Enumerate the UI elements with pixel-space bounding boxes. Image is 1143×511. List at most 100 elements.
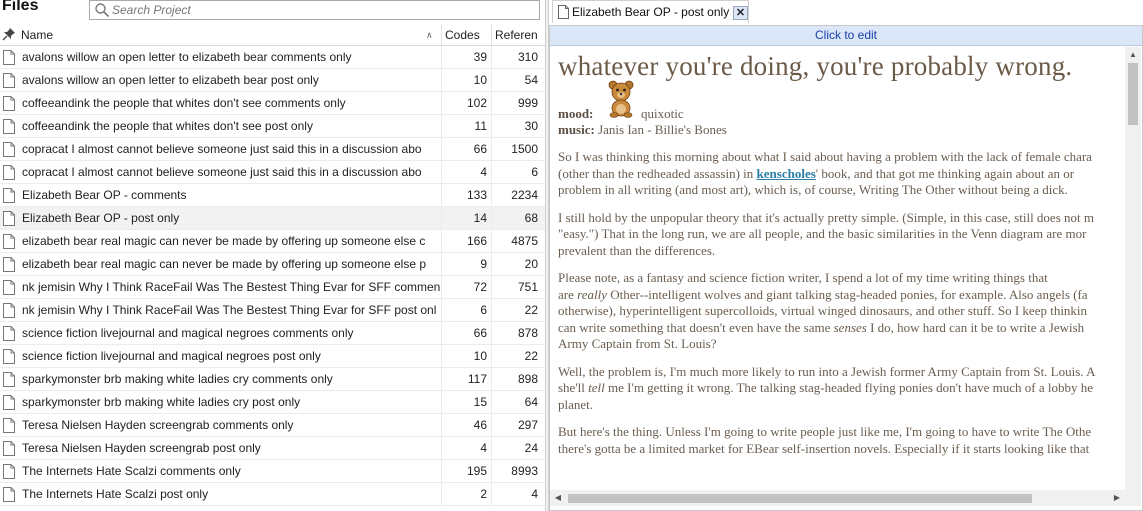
files-title: Files bbox=[2, 0, 39, 14]
paragraph-line: "easy.") That in the long run, we are al… bbox=[558, 226, 1087, 241]
file-codes-count: 46 bbox=[441, 414, 491, 437]
file-row[interactable]: science fiction livejournal and magical … bbox=[0, 322, 545, 345]
file-name: avalons willow an open letter to elizabe… bbox=[22, 50, 352, 64]
scroll-left-icon[interactable]: ◀ bbox=[550, 490, 566, 506]
document-tab[interactable]: Elizabeth Bear OP - post only ✕ bbox=[552, 0, 749, 23]
file-name: coffeeandink the people that whites don'… bbox=[22, 96, 346, 110]
file-row[interactable]: Elizabeth Bear OP - post only 14 68 bbox=[0, 207, 545, 230]
file-row[interactable]: avalons willow an open letter to elizabe… bbox=[0, 46, 545, 69]
document-icon bbox=[3, 372, 15, 387]
vertical-scroll-thumb[interactable] bbox=[1128, 63, 1138, 125]
file-references-count: 4875 bbox=[491, 230, 540, 253]
file-references-count: 6 bbox=[491, 161, 540, 184]
text-span: she'll bbox=[558, 380, 589, 395]
file-references-count: 24 bbox=[491, 437, 540, 460]
document-panel: Elizabeth Bear OP - post only ✕ Click to… bbox=[549, 0, 1143, 511]
file-row[interactable]: avalons willow an open letter to elizabe… bbox=[0, 69, 545, 92]
file-codes-count: 39 bbox=[441, 46, 491, 69]
document-icon bbox=[3, 418, 15, 433]
text-span: (other than the redheaded assassin) in bbox=[558, 165, 757, 181]
file-row[interactable]: copracat I almost cannot believe someone… bbox=[0, 138, 545, 161]
horizontal-scroll-thumb[interactable] bbox=[568, 494, 1032, 503]
paragraph-line: problem in all writing (and most art), w… bbox=[558, 182, 1068, 197]
file-name: coffeeandink the people that whites don'… bbox=[22, 119, 313, 133]
file-codes-count: 10 bbox=[441, 69, 491, 92]
file-row[interactable]: Teresa Nielsen Hayden screengrab post on… bbox=[0, 437, 545, 460]
file-codes-count: 15 bbox=[441, 391, 491, 414]
file-name: copracat I almost cannot believe someone… bbox=[22, 165, 422, 179]
tab-bar: Elizabeth Bear OP - post only ✕ bbox=[549, 0, 1143, 24]
document-content: whatever you're doing, you're probably w… bbox=[558, 48, 1126, 488]
search-box[interactable] bbox=[89, 0, 540, 20]
vertical-scrollbar[interactable]: ▲ ▼ bbox=[1125, 47, 1141, 502]
file-name: copracat I almost cannot believe someone… bbox=[22, 142, 422, 156]
document-icon bbox=[3, 395, 15, 410]
document-icon bbox=[3, 441, 15, 456]
file-codes-count: 9 bbox=[441, 253, 491, 276]
file-codes-count: 14 bbox=[441, 207, 491, 230]
paragraph-line: Army Captain from St. Louis? bbox=[558, 336, 717, 351]
horizontal-scrollbar[interactable]: ◀ ▶ bbox=[550, 490, 1125, 506]
file-name: science fiction livejournal and magical … bbox=[22, 349, 321, 363]
file-row[interactable]: nk jemisin Why I Think RaceFail Was The … bbox=[0, 299, 545, 322]
paragraph-line: are really Other--intelligent wolves and… bbox=[558, 287, 1126, 304]
file-references-count: 999 bbox=[491, 92, 540, 115]
paragraph-line: otherwise), hyperintelligent supercolloi… bbox=[558, 303, 1088, 318]
file-references-count: 4 bbox=[491, 483, 540, 506]
file-row[interactable]: The Internets Hate Scalzi comments only 1… bbox=[0, 460, 545, 483]
references-column-header[interactable]: Referen bbox=[491, 24, 545, 46]
paragraph-line: prevalent than the differences. bbox=[558, 242, 716, 258]
scroll-up-icon[interactable]: ▲ bbox=[1125, 47, 1141, 63]
file-row[interactable]: sparkymonster brb making white ladies cr… bbox=[0, 391, 545, 414]
file-references-count: 20 bbox=[491, 253, 540, 276]
mood-bear-icon bbox=[608, 80, 634, 118]
document-icon bbox=[3, 303, 15, 318]
document-icon bbox=[3, 73, 15, 88]
pin-icon[interactable] bbox=[2, 27, 16, 41]
file-references-count: 54 bbox=[491, 69, 540, 92]
file-row[interactable]: science fiction livejournal and magical … bbox=[0, 345, 545, 368]
document-icon bbox=[3, 349, 15, 364]
document-icon bbox=[3, 119, 15, 134]
scroll-right-icon[interactable]: ▶ bbox=[1109, 490, 1125, 506]
paragraph-line: So I was thinking this morning about wha… bbox=[558, 149, 1092, 164]
file-name: sparkymonster brb making white ladies cr… bbox=[22, 395, 301, 409]
file-codes-count: 66 bbox=[441, 138, 491, 161]
file-row[interactable]: coffeeandink the people that whites don'… bbox=[0, 115, 545, 138]
file-references-count: 8993 bbox=[491, 460, 540, 483]
file-codes-count: 10 bbox=[441, 345, 491, 368]
name-column-header[interactable]: Name bbox=[21, 28, 53, 42]
close-tab-button[interactable]: ✕ bbox=[733, 6, 748, 20]
close-icon: ✕ bbox=[735, 7, 746, 19]
file-row[interactable]: Elizabeth Bear OP - comments 133 2234 bbox=[0, 184, 545, 207]
document-viewer: Click to edit whatever you're doing, you… bbox=[549, 25, 1143, 511]
file-row[interactable]: sparkymonster brb making white ladies cr… bbox=[0, 368, 545, 391]
file-references-count: 878 bbox=[491, 322, 540, 345]
file-row[interactable]: elizabeth bear real magic can never be m… bbox=[0, 230, 545, 253]
document-icon bbox=[3, 326, 15, 341]
user-link-kenscholes[interactable]: kenscholes bbox=[757, 166, 816, 181]
file-row[interactable]: The Internets Hate Scalzi post only 2 4 bbox=[0, 483, 545, 506]
mood-value: quixotic bbox=[641, 106, 684, 121]
file-name: The Internets Hate Scalzi post only bbox=[22, 487, 209, 501]
emphasis: tell bbox=[588, 380, 605, 395]
file-references-count: 297 bbox=[491, 414, 540, 437]
file-codes-count: 6 bbox=[441, 299, 491, 322]
file-row[interactable]: elizabeth bear real magic can never be m… bbox=[0, 253, 545, 276]
file-row[interactable]: Teresa Nielsen Hayden screengrab comment… bbox=[0, 414, 545, 437]
file-row[interactable]: copracat I almost cannot believe someone… bbox=[0, 161, 545, 184]
paragraph-line: Well, the problem is, I'm much more like… bbox=[558, 363, 1096, 379]
codes-column-header[interactable]: Codes bbox=[441, 24, 491, 46]
file-row[interactable]: coffeeandink the people that whites don'… bbox=[0, 92, 545, 115]
file-row[interactable]: nk jemisin Why I Think RaceFail Was The … bbox=[0, 276, 545, 299]
click-to-edit-bar[interactable]: Click to edit bbox=[550, 26, 1142, 46]
scroll-corner bbox=[1125, 490, 1141, 506]
file-codes-count: 66 bbox=[441, 322, 491, 345]
document-icon bbox=[3, 257, 15, 272]
post-heading: whatever you're doing, you're probably w… bbox=[558, 51, 1073, 81]
text-span: are bbox=[558, 286, 578, 302]
file-codes-count: 72 bbox=[441, 276, 491, 299]
column-header: Name ∧ Codes Referen bbox=[0, 24, 545, 46]
file-references-count: 310 bbox=[491, 46, 540, 69]
search-input[interactable] bbox=[112, 2, 532, 18]
